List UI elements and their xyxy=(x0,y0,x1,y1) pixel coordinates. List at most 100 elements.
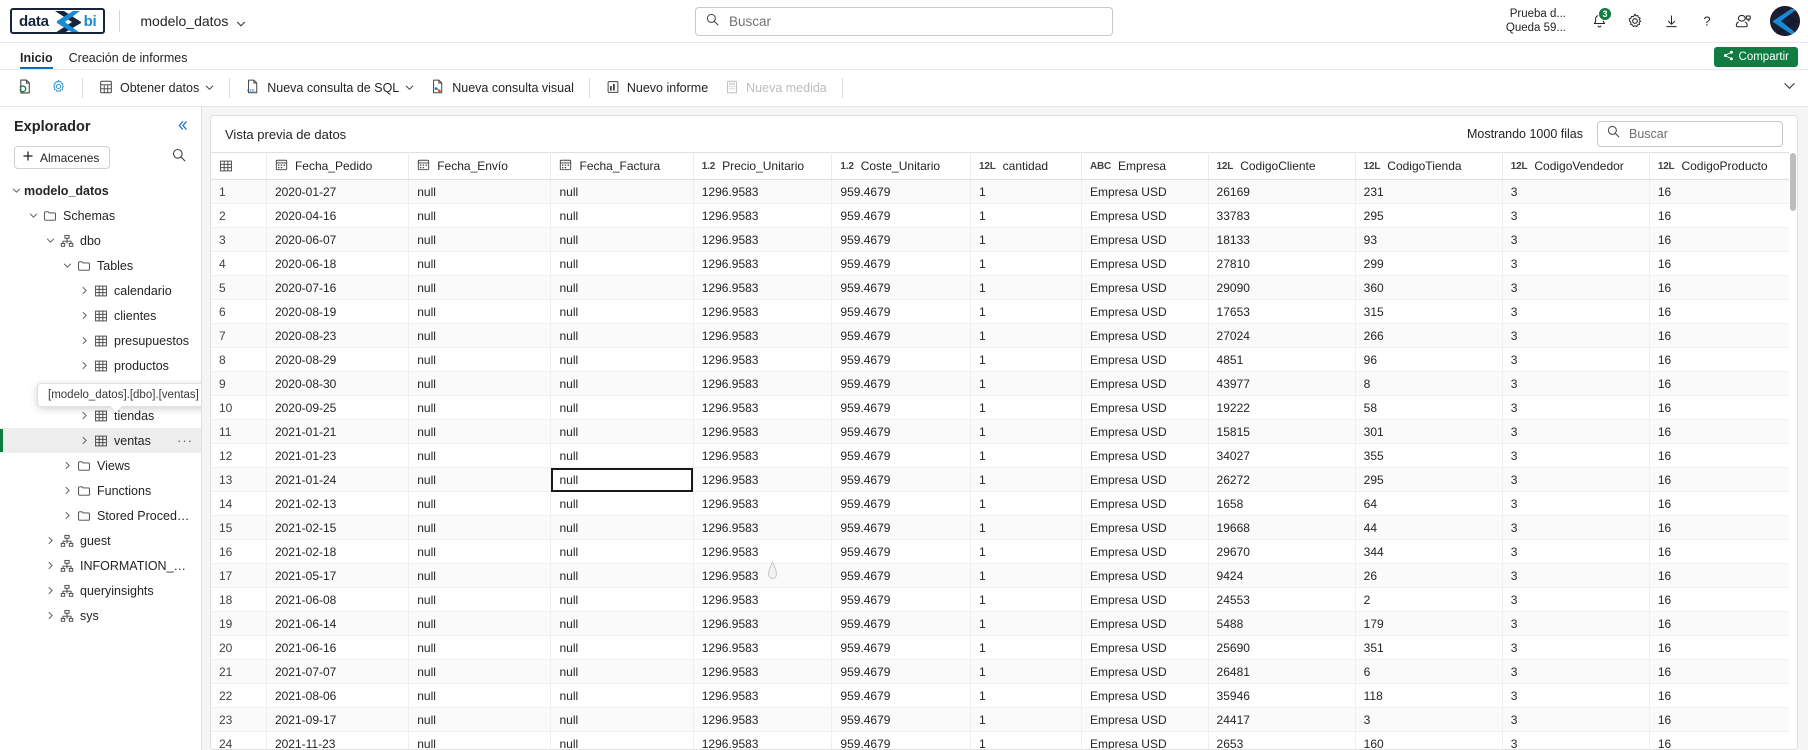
cell-coste_unitario[interactable]: 959.4679 xyxy=(832,252,971,276)
cell-codigoproducto[interactable]: 16 xyxy=(1649,516,1796,540)
cell-fecha_envío[interactable]: null xyxy=(409,444,551,468)
row-number-cell[interactable]: 14 xyxy=(211,492,266,516)
row-number-cell[interactable]: 1 xyxy=(211,180,266,204)
add-warehouse-button[interactable]: Almacenes xyxy=(14,146,110,169)
cell-fecha_pedido[interactable]: 2021-07-07 xyxy=(266,660,408,684)
cell-precio_unitario[interactable]: 1296.9583 xyxy=(693,300,832,324)
cell-codigovendedor[interactable]: 3 xyxy=(1502,636,1649,660)
row-number-cell[interactable]: 4 xyxy=(211,252,266,276)
user-avatar[interactable] xyxy=(1770,6,1800,36)
cell-cantidad[interactable]: 1 xyxy=(971,612,1082,636)
cell-codigocliente[interactable]: 15815 xyxy=(1208,420,1355,444)
cell-fecha_factura[interactable]: null xyxy=(551,228,693,252)
cell-empresa[interactable]: Empresa USD xyxy=(1081,228,1208,252)
cell-cantidad[interactable]: 1 xyxy=(971,348,1082,372)
cell-precio_unitario[interactable]: 1296.9583 xyxy=(693,324,832,348)
table-row[interactable]: 182021-06-08nullnull1296.9583959.46791Em… xyxy=(211,588,1797,612)
cell-empresa[interactable]: Empresa USD xyxy=(1081,420,1208,444)
cell-fecha_pedido[interactable]: 2020-06-07 xyxy=(266,228,408,252)
global-search[interactable] xyxy=(695,7,1113,36)
chevron-right-icon[interactable] xyxy=(76,336,92,345)
column-header-fecha_envío[interactable]: Fecha_Envío xyxy=(409,153,551,180)
cell-fecha_envío[interactable]: null xyxy=(409,300,551,324)
cell-codigocliente[interactable]: 9424 xyxy=(1208,564,1355,588)
cell-cantidad[interactable]: 1 xyxy=(971,396,1082,420)
cell-fecha_pedido[interactable]: 2021-02-13 xyxy=(266,492,408,516)
cell-fecha_factura[interactable]: null xyxy=(551,492,693,516)
cell-codigovendedor[interactable]: 3 xyxy=(1502,300,1649,324)
row-number-cell[interactable]: 20 xyxy=(211,636,266,660)
cell-fecha_factura[interactable]: null xyxy=(551,324,693,348)
cell-precio_unitario[interactable]: 1296.9583 xyxy=(693,252,832,276)
cell-fecha_factura[interactable]: null xyxy=(551,276,693,300)
cell-fecha_factura[interactable]: null xyxy=(551,180,693,204)
cell-codigovendedor[interactable]: 3 xyxy=(1502,324,1649,348)
cell-coste_unitario[interactable]: 959.4679 xyxy=(832,228,971,252)
cell-fecha_pedido[interactable]: 2020-08-30 xyxy=(266,372,408,396)
table-row[interactable]: 92020-08-30nullnull1296.9583959.46791Emp… xyxy=(211,372,1797,396)
cell-empresa[interactable]: Empresa USD xyxy=(1081,300,1208,324)
cell-codigocliente[interactable]: 19222 xyxy=(1208,396,1355,420)
cell-fecha_envío[interactable]: null xyxy=(409,228,551,252)
cell-codigotienda[interactable]: 6 xyxy=(1355,660,1502,684)
cell-fecha_envío[interactable]: null xyxy=(409,732,551,750)
cell-codigoproducto[interactable]: 16 xyxy=(1649,372,1796,396)
column-header-cantidad[interactable]: 12Lcantidad xyxy=(971,153,1082,180)
settings-gear-icon[interactable] xyxy=(1618,4,1652,38)
cell-precio_unitario[interactable]: 1296.9583 xyxy=(693,228,832,252)
cell-codigocliente[interactable]: 18133 xyxy=(1208,228,1355,252)
cell-fecha_factura[interactable]: null xyxy=(551,636,693,660)
chevron-right-icon[interactable] xyxy=(76,436,92,445)
share-button[interactable]: Compartir xyxy=(1714,47,1798,67)
cell-codigocliente[interactable]: 27024 xyxy=(1208,324,1355,348)
table-row[interactable]: 102020-09-25nullnull1296.9583959.46791Em… xyxy=(211,396,1797,420)
data-grid-container[interactable]: Fecha_PedidoFecha_EnvíoFecha_Factura1.2P… xyxy=(211,152,1797,749)
cell-fecha_pedido[interactable]: 2020-08-29 xyxy=(266,348,408,372)
cell-codigoproducto[interactable]: 16 xyxy=(1649,612,1796,636)
column-header-precio_unitario[interactable]: 1.2Precio_Unitario xyxy=(693,153,832,180)
row-number-cell[interactable]: 19 xyxy=(211,612,266,636)
chevron-down-icon[interactable] xyxy=(25,211,41,220)
cell-fecha_envío[interactable]: null xyxy=(409,180,551,204)
row-number-cell[interactable]: 6 xyxy=(211,300,266,324)
cell-precio_unitario[interactable]: 1296.9583 xyxy=(693,204,832,228)
trial-status[interactable]: Prueba d... Queda 59... xyxy=(1506,7,1566,35)
cell-codigocliente[interactable]: 34027 xyxy=(1208,444,1355,468)
cell-codigotienda[interactable]: 58 xyxy=(1355,396,1502,420)
cell-fecha_pedido[interactable]: 2021-11-23 xyxy=(266,732,408,750)
cell-codigovendedor[interactable]: 3 xyxy=(1502,228,1649,252)
cell-codigovendedor[interactable]: 3 xyxy=(1502,420,1649,444)
cell-codigovendedor[interactable]: 3 xyxy=(1502,708,1649,732)
cell-cantidad[interactable]: 1 xyxy=(971,252,1082,276)
cell-empresa[interactable]: Empresa USD xyxy=(1081,684,1208,708)
cell-fecha_envío[interactable]: null xyxy=(409,564,551,588)
cell-codigovendedor[interactable]: 3 xyxy=(1502,684,1649,708)
cell-cantidad[interactable]: 1 xyxy=(971,204,1082,228)
chevron-down-icon[interactable] xyxy=(59,261,75,270)
vertical-scrollbar[interactable] xyxy=(1789,152,1797,749)
cell-fecha_envío[interactable]: null xyxy=(409,468,551,492)
cell-precio_unitario[interactable]: 1296.9583 xyxy=(693,276,832,300)
cell-codigovendedor[interactable]: 3 xyxy=(1502,516,1649,540)
cell-codigoproducto[interactable]: 16 xyxy=(1649,708,1796,732)
cell-codigocliente[interactable]: 43977 xyxy=(1208,372,1355,396)
cell-codigotienda[interactable]: 3 xyxy=(1355,708,1502,732)
chevron-right-icon[interactable] xyxy=(76,286,92,295)
table-row[interactable]: 212021-07-07nullnull1296.9583959.46791Em… xyxy=(211,660,1797,684)
column-header-coste_unitario[interactable]: 1.2Coste_Unitario xyxy=(832,153,971,180)
cell-codigotienda[interactable]: 344 xyxy=(1355,540,1502,564)
row-number-cell[interactable]: 13 xyxy=(211,468,266,492)
cell-codigovendedor[interactable]: 3 xyxy=(1502,564,1649,588)
cell-coste_unitario[interactable]: 959.4679 xyxy=(832,564,971,588)
cell-empresa[interactable]: Empresa USD xyxy=(1081,372,1208,396)
cell-codigovendedor[interactable]: 3 xyxy=(1502,492,1649,516)
table-row[interactable]: 72020-08-23nullnull1296.9583959.46791Emp… xyxy=(211,324,1797,348)
cell-codigoproducto[interactable]: 16 xyxy=(1649,492,1796,516)
cell-cantidad[interactable]: 1 xyxy=(971,708,1082,732)
cell-codigoproducto[interactable]: 16 xyxy=(1649,468,1796,492)
cell-fecha_pedido[interactable]: 2021-08-06 xyxy=(266,684,408,708)
cell-codigotienda[interactable]: 266 xyxy=(1355,324,1502,348)
cell-codigocliente[interactable]: 24553 xyxy=(1208,588,1355,612)
cell-codigotienda[interactable]: 93 xyxy=(1355,228,1502,252)
cell-codigoproducto[interactable]: 16 xyxy=(1649,204,1796,228)
